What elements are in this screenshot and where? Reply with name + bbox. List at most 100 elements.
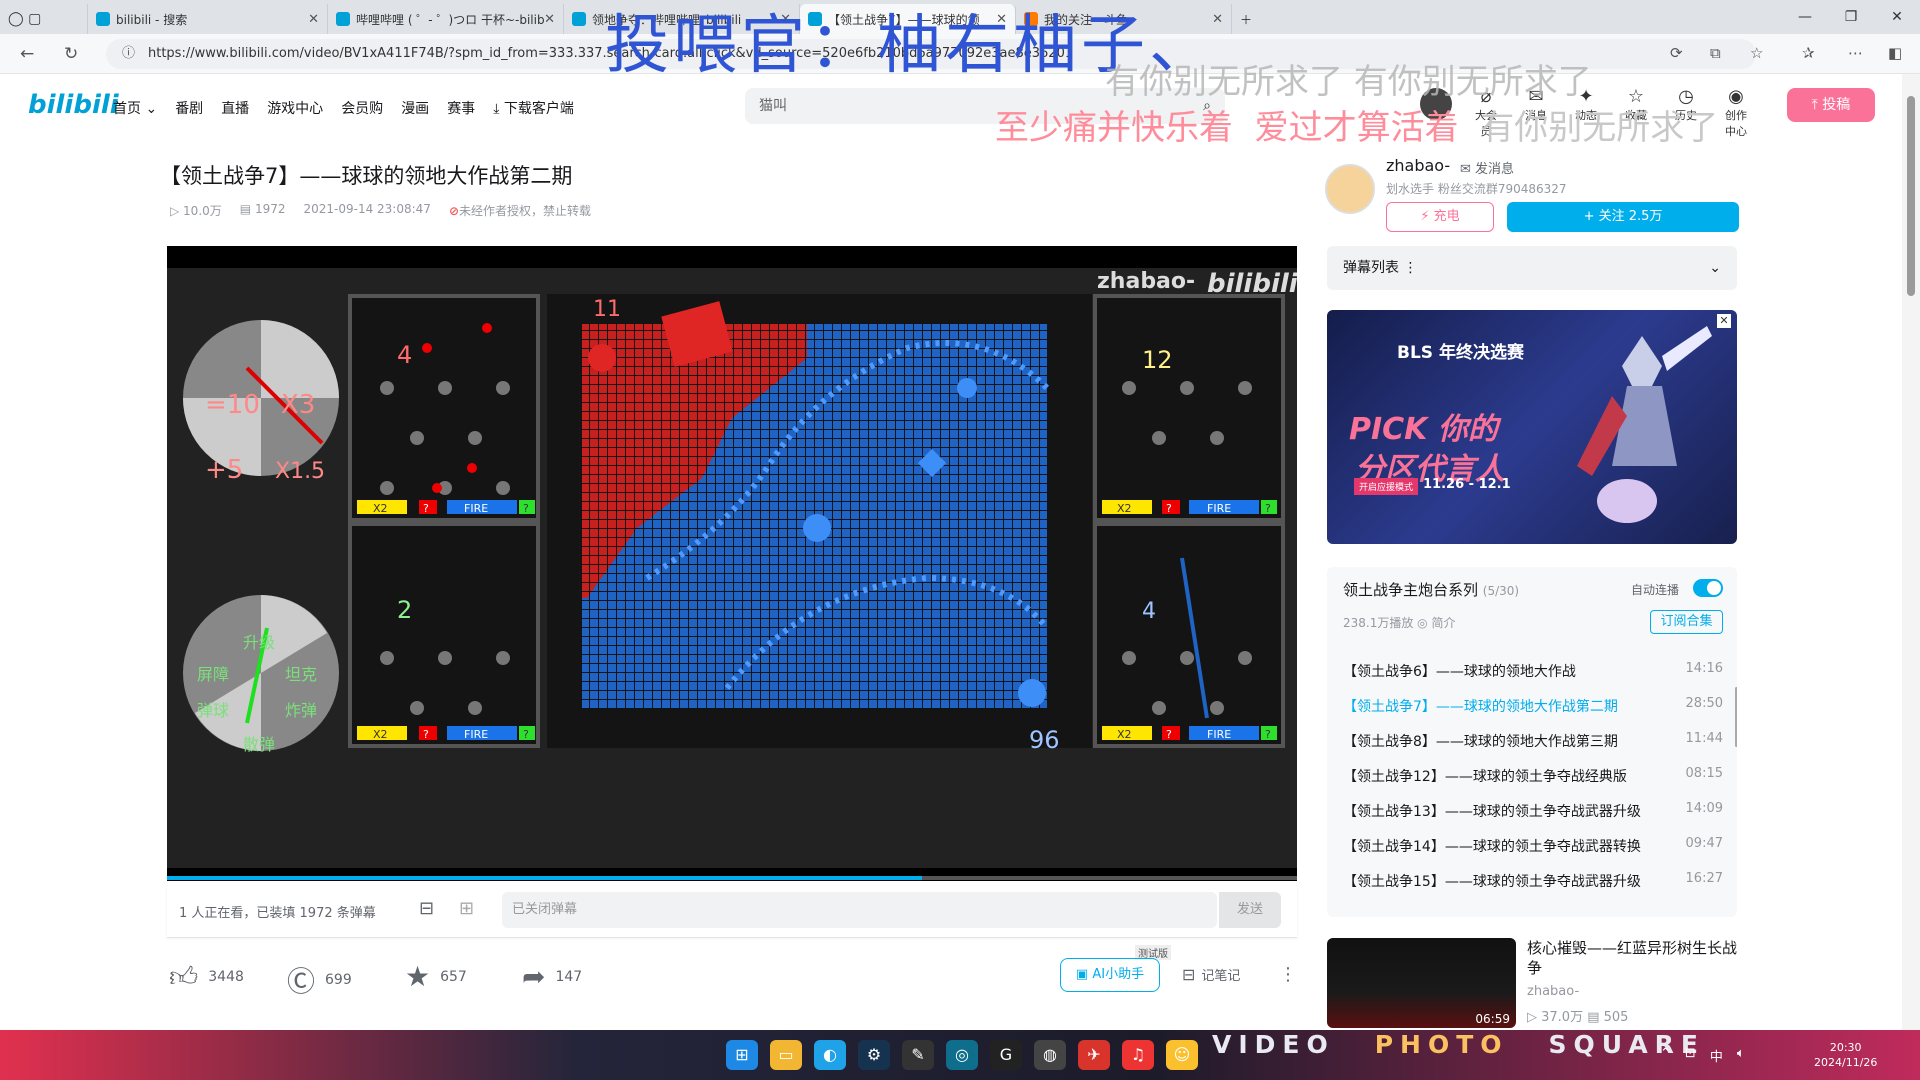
- video-player[interactable]: =10 X3 +5 X1.5 升级 屏障 坦克 弹球 炸弹 散弹 4 2 X2 …: [167, 246, 1297, 881]
- sidebar-icon[interactable]: ◧: [1888, 44, 1902, 62]
- autoplay-label: 自动连播: [1631, 583, 1680, 597]
- episode-item[interactable]: 【领土战争12】——球球的领土争夺战经典版 08:15: [1343, 766, 1723, 786]
- menu-game[interactable]: 游戏中心: [267, 98, 323, 118]
- bilibili-logo[interactable]: bilibili: [28, 90, 119, 120]
- episode-item[interactable]: 【领土战争6】——球球的领地大作战 14:16: [1343, 661, 1723, 681]
- new-tab-button[interactable]: ＋: [1232, 4, 1272, 34]
- slot-label: ?: [423, 502, 429, 515]
- menu-shop[interactable]: 会员购: [341, 98, 383, 118]
- volume-icon[interactable]: 🔈︎: [1737, 1046, 1745, 1065]
- autoplay-toggle[interactable]: [1693, 579, 1723, 597]
- follow-button[interactable]: + 关注 2.5万: [1507, 202, 1739, 232]
- menu-esports[interactable]: 赛事: [447, 98, 475, 118]
- site-info-icon[interactable]: ⓘ: [122, 39, 135, 69]
- ai-assistant-button[interactable]: ▣ AI小助手: [1060, 958, 1160, 992]
- close-icon[interactable]: ✕: [308, 12, 319, 27]
- favorites-icon[interactable]: ✰: [1802, 44, 1815, 62]
- recommend-thumbnail[interactable]: 06:59: [1327, 938, 1516, 1028]
- back-icon[interactable]: ←: [20, 44, 34, 64]
- network-icon[interactable]: ⊡: [1685, 1046, 1696, 1065]
- close-ad-icon[interactable]: ✕: [1717, 314, 1731, 328]
- menu-live[interactable]: 直播: [221, 98, 249, 118]
- favorite-button[interactable]: ★ 657: [405, 960, 467, 993]
- send-button[interactable]: 发送: [1219, 892, 1281, 928]
- browser-tab-5[interactable]: 我的关注 - 斗鱼 ✕: [1016, 4, 1232, 34]
- edge-icon[interactable]: ◐: [814, 1040, 846, 1070]
- right-bottom-score: 4: [1142, 599, 1156, 624]
- scrollbar-thumb[interactable]: [1907, 96, 1915, 296]
- episode-item[interactable]: 【领土战争15】——球球的领土争夺战武器升级 16:27: [1343, 871, 1723, 891]
- subscribe-button[interactable]: 订阅合集: [1650, 610, 1723, 634]
- recommend-card[interactable]: 06:59 核心摧毁——红蓝异形树生长战争 zhabao- ▷ 37.0万 ▤ …: [1327, 938, 1737, 1028]
- browser-tab-1[interactable]: bilibili - 搜索 ✕: [88, 4, 328, 34]
- more-icon[interactable]: ⋯: [1848, 44, 1863, 62]
- recommend-title[interactable]: 核心摧毁——红蓝异形树生长战争: [1527, 938, 1737, 978]
- danmaku-input[interactable]: 已关闭弹幕: [502, 892, 1217, 928]
- page-scrollbar[interactable]: [1902, 74, 1920, 1030]
- slot-label: ?: [423, 728, 429, 741]
- restore-icon[interactable]: ❐: [1828, 0, 1874, 34]
- netease-music-icon[interactable]: ♫: [1122, 1040, 1154, 1070]
- recommend-author[interactable]: zhabao-: [1527, 984, 1579, 999]
- app-icon[interactable]: ✎: [902, 1040, 934, 1070]
- danmaku-list-toggle[interactable]: 弹幕列表 ⋮ ⌄: [1327, 246, 1737, 290]
- charge-button[interactable]: ⚡ 充电: [1386, 202, 1494, 232]
- close-icon[interactable]: ✕: [544, 12, 555, 27]
- share-button[interactable]: ➦ 147: [522, 960, 582, 993]
- like-button[interactable]: 👍︎ 3448: [169, 960, 244, 994]
- menu-home[interactable]: 首页 ⌄: [113, 98, 157, 118]
- minimize-icon[interactable]: —: [1782, 0, 1828, 34]
- overlay-pink-text: 至少痛并快乐着 爱过才算活着 有你别无所求了: [995, 108, 1719, 148]
- app-icon[interactable]: ◎: [946, 1040, 978, 1070]
- steam-icon[interactable]: ⚙: [858, 1040, 890, 1070]
- start-icon[interactable]: ⊞: [726, 1040, 758, 1070]
- file-explorer-icon[interactable]: ▭: [770, 1040, 802, 1070]
- uploader-name[interactable]: zhabao-: [1386, 156, 1450, 175]
- uploader-avatar[interactable]: [1325, 164, 1375, 214]
- coin-button[interactable]: Ⓒ 699: [287, 960, 352, 1000]
- creator-link[interactable]: ◉ 创作中心: [1720, 86, 1752, 139]
- menu-anime[interactable]: 番剧: [175, 98, 203, 118]
- upload-button[interactable]: ⤒ 投稿: [1787, 88, 1875, 122]
- danmaku-settings-icon[interactable]: ⊞: [459, 898, 474, 919]
- input-method-icon[interactable]: 中: [1710, 1046, 1723, 1065]
- bilibili-favicon-icon: [96, 12, 110, 26]
- menu-manga[interactable]: 漫画: [401, 98, 429, 118]
- translate-icon[interactable]: ⟳: [1670, 44, 1683, 62]
- menu-download[interactable]: ⤓ 下载客户端: [493, 98, 574, 118]
- browser-tab-bar: ◯ ▢ bilibili - 搜索 ✕ 哔哩哔哩 ( ゜- ゜)つロ 干杯~-bi…: [0, 0, 1920, 34]
- series-scrollbar[interactable]: [1735, 687, 1737, 747]
- wheel-label: X3: [281, 390, 315, 420]
- app-icon[interactable]: ☺: [1166, 1040, 1198, 1070]
- app-icon[interactable]: ⧉: [1710, 44, 1721, 62]
- refresh-icon[interactable]: ↻: [64, 44, 78, 64]
- danmaku-toggle-icon[interactable]: ⊟: [419, 898, 434, 919]
- video-watermark: zhabao-: [1097, 269, 1195, 294]
- browser-tab-2[interactable]: 哔哩哔哩 ( ゜- ゜)つロ 干杯~-bilib ✕: [328, 4, 564, 34]
- browser-tab-4[interactable]: 【领土战争7】——球球的领 ✕: [800, 4, 1016, 34]
- episode-item[interactable]: 【领土战争8】——球球的领地大作战第三期 11:44: [1343, 731, 1723, 751]
- app-icon[interactable]: G: [990, 1040, 1022, 1070]
- taskbar-apps: ⊞ ▭ ◐ ⚙ ✎ ◎ G ◍ ✈ ♫ ☺: [726, 1040, 1198, 1070]
- profile-button[interactable]: ◯ ▢: [0, 4, 88, 34]
- more-options-icon[interactable]: ⋮: [1279, 964, 1297, 985]
- episode-item[interactable]: 【领土战争14】——球球的领土争夺战武器转换 09:47: [1343, 836, 1723, 856]
- close-icon[interactable]: ✕: [996, 12, 1007, 27]
- app-icon[interactable]: ◍: [1034, 1040, 1066, 1070]
- episode-item[interactable]: 【领土战争13】——球球的领土争夺战武器升级 14:09: [1343, 801, 1723, 821]
- note-button[interactable]: ⊟ 记笔记: [1182, 965, 1240, 984]
- browser-tab-3[interactable]: 领地争夺：哔哩哔哩_bilibili ✕: [564, 4, 800, 34]
- episode-item-current[interactable]: 【领土战争7】——球球的领地大作战第二期 28:50: [1343, 696, 1723, 716]
- app-icon[interactable]: ✈: [1078, 1040, 1110, 1070]
- close-icon[interactable]: ✕: [780, 12, 791, 27]
- close-icon[interactable]: ✕: [1212, 12, 1223, 27]
- ad-banner[interactable]: BLS 年终决选赛 PICK 你的 分区代言人 开启应援模式 11.26 - 1…: [1327, 310, 1737, 544]
- star-icon: ★: [405, 960, 431, 993]
- video-progress-bar[interactable]: [167, 876, 1297, 880]
- clock[interactable]: 20:30 2024/11/26: [1814, 1040, 1877, 1070]
- send-message-link[interactable]: ✉ 发消息: [1460, 158, 1514, 177]
- series-title[interactable]: 领土战争主炮台系列 (5/30): [1343, 579, 1519, 600]
- favorite-star-icon[interactable]: ☆: [1750, 44, 1763, 62]
- close-window-icon[interactable]: ✕: [1874, 0, 1920, 34]
- tray-chevron-icon[interactable]: ⌃: [1660, 1046, 1671, 1065]
